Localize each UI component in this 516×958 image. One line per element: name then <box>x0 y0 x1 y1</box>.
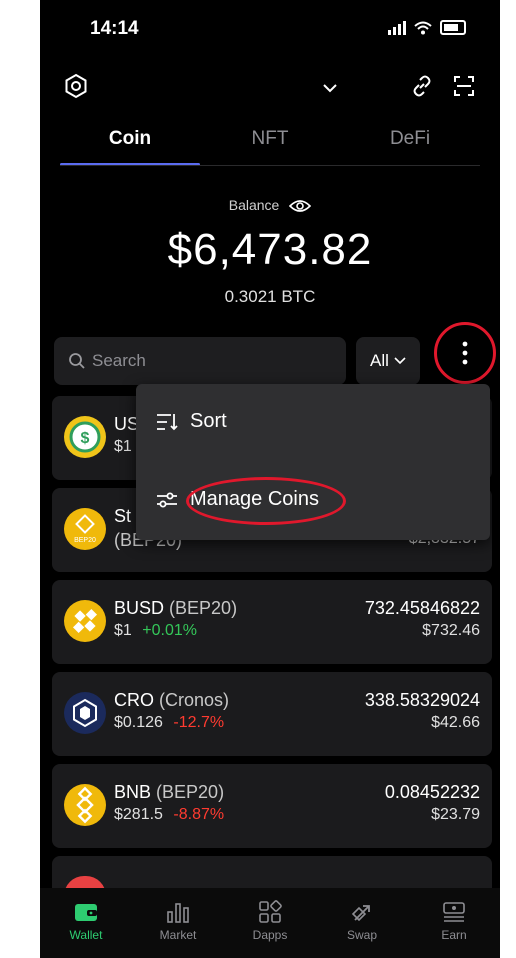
coin-chain: (Cronos) <box>159 690 230 710</box>
coin-symbol: CRO <box>114 690 154 710</box>
coin-price-row: $281.5 -8.87% <box>114 806 224 824</box>
coin-fiat: $732.46 <box>422 622 480 639</box>
more-options-button[interactable] <box>434 322 496 384</box>
link-icon[interactable] <box>408 72 436 100</box>
coin-amount: 338.58329024 <box>364 690 480 710</box>
coin-fiat: $42.66 <box>431 714 480 731</box>
eye-icon[interactable] <box>289 199 312 213</box>
coin-logo: BEP20 <box>64 508 106 550</box>
search-placeholder: Search <box>92 351 146 370</box>
coin-symbol: BNB <box>114 782 152 802</box>
market-chart-icon <box>167 903 189 923</box>
coin-row-cro[interactable]: CRO (Cronos) $0.126 -12.7% 338.58329024 … <box>52 672 492 756</box>
wifi-icon <box>414 21 432 34</box>
coin-amount: 732.45846822 <box>364 598 480 618</box>
coin-chain: (BEP20) <box>169 598 238 618</box>
status-icons <box>388 20 466 35</box>
nav-swap[interactable]: Swap <box>327 900 397 942</box>
balance-label: Balance <box>228 197 280 213</box>
coin-price: $0.126 <box>114 714 163 731</box>
options-menu: Sort Manage Coins <box>136 384 490 540</box>
nav-label: Dapps <box>252 928 288 942</box>
nav-label: Swap <box>346 928 378 942</box>
manage-coins-highlight <box>186 477 346 525</box>
coin-price: $1 <box>114 622 132 639</box>
coin-logo: $ <box>64 416 106 458</box>
search-input[interactable]: Search <box>54 337 346 385</box>
asset-tabs: Coin NFT DeFi <box>60 120 480 166</box>
nav-label: Wallet <box>69 928 103 942</box>
signal-icon <box>388 20 406 35</box>
coin-change: -8.87% <box>173 806 225 823</box>
coin-amount: 0.08452232 <box>384 782 480 802</box>
balance-btc: 0.3021 BTC <box>224 287 316 306</box>
status-bar: 14:14 <box>40 0 500 60</box>
coin-fiat: $23.79 <box>431 806 480 823</box>
top-bar <box>40 68 500 108</box>
scan-icon[interactable] <box>450 72 478 100</box>
coin-row-bnb[interactable]: BNB (BEP20) $281.5 -8.87% 0.08452232 $23… <box>52 764 492 848</box>
settings-icon[interactable] <box>62 72 90 100</box>
coin-price: $1 <box>114 438 132 455</box>
coin-change: +0.01% <box>142 622 197 639</box>
filter-label: All <box>370 351 389 370</box>
coin-name-row: BNB (BEP20) <box>114 782 224 803</box>
chevron-down-icon <box>394 357 406 365</box>
nav-label: Earn <box>441 928 467 942</box>
coin-price-row: $1 +0.01% <box>114 622 197 640</box>
coin-change: -12.7% <box>173 714 225 731</box>
dapps-grid-icon <box>259 900 282 923</box>
bottom-nav: Wallet Market Dapps Swap Earn <box>40 888 500 958</box>
coin-logo <box>64 692 106 734</box>
sort-icon <box>157 413 178 430</box>
wallet-icon <box>75 904 97 921</box>
sliders-icon <box>157 492 177 507</box>
coin-price: $281.5 <box>114 806 163 823</box>
tab-coin[interactable]: Coin <box>60 120 200 166</box>
tab-nft[interactable]: NFT <box>200 120 340 166</box>
filter-dropdown[interactable]: All <box>356 337 420 385</box>
coin-chain: (BEP20) <box>156 782 225 802</box>
more-vertical-icon <box>462 341 468 365</box>
coin-logo <box>64 784 106 826</box>
svg-text:$: $ <box>81 430 90 447</box>
battery-icon <box>440 20 466 35</box>
tab-defi[interactable]: DeFi <box>340 120 480 166</box>
coin-price-row: $1 <box>114 438 132 456</box>
wallet-dropdown-chevron-icon[interactable] <box>316 74 344 102</box>
coin-name-row: St <box>114 506 131 527</box>
coin-row-busd[interactable]: BUSD (BEP20) $1 +0.01% 732.45846822 $732… <box>52 580 492 664</box>
coin-name-row: BUSD (BEP20) <box>114 598 237 619</box>
svg-text:BEP20: BEP20 <box>74 537 96 544</box>
status-time: 14:14 <box>90 18 139 39</box>
coin-symbol: BUSD <box>114 598 165 618</box>
phone-screen: 14:14 Coin NFT DeFi Balance $6,473.82 0.… <box>40 0 500 958</box>
nav-label: Market <box>159 928 197 942</box>
menu-item-sort[interactable]: Sort <box>156 410 227 433</box>
nav-dapps[interactable]: Dapps <box>235 900 305 942</box>
swap-icon <box>351 905 370 922</box>
nav-earn[interactable]: Earn <box>419 900 489 942</box>
nav-market[interactable]: Market <box>143 900 213 942</box>
tabs-divider <box>60 165 480 166</box>
coin-price-row: $0.126 -12.7% <box>114 714 224 732</box>
coin-name-row: CRO (Cronos) <box>114 690 229 711</box>
nav-wallet[interactable]: Wallet <box>51 900 121 942</box>
balance-value: $6,473.82 <box>167 225 373 274</box>
menu-item-label: Sort <box>190 410 227 432</box>
balance-label-row: Balance <box>40 197 500 213</box>
coin-symbol: St <box>114 506 132 526</box>
search-icon <box>69 353 85 369</box>
coin-logo <box>64 600 106 642</box>
earn-icon <box>443 902 465 922</box>
